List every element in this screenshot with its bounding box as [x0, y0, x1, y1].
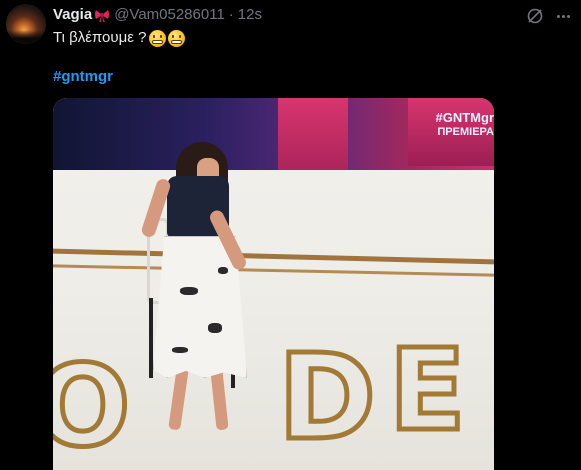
floor-letter: E	[387, 324, 470, 459]
floor-letter: D	[276, 326, 380, 469]
grimacing-face-emoji	[168, 29, 186, 47]
more-icon[interactable]	[552, 5, 574, 27]
hashtag-link[interactable]: #gntmgr	[53, 67, 113, 87]
red-bow-icon	[95, 10, 110, 22]
stage-screen-caption: #GNTMgr ΠΡΕΜΙΕΡΑ	[436, 110, 495, 140]
avatar-silhouette	[6, 30, 46, 44]
tweet-text: Τι βλέπουμε ?	[53, 28, 186, 48]
separator-dot: ·	[228, 6, 234, 23]
tweet: Vagia @Vam05286011 · 12s Τι βλέπουμε ? #…	[0, 0, 581, 470]
chair-leg	[149, 298, 153, 378]
avatar[interactable]	[6, 4, 46, 44]
stage-screen-title: #GNTMgr	[435, 110, 495, 125]
user-handle[interactable]: @Vam05286011	[114, 5, 225, 25]
floor-letter: O	[53, 340, 135, 470]
tweet-media-photo[interactable]: #GNTMgr ΠΡΕΜΙΕΡΑ O D E	[53, 98, 494, 470]
grimacing-face-emoji	[149, 29, 167, 47]
tweet-header: Vagia @Vam05286011 · 12s	[53, 5, 262, 25]
stage-screen-subtitle: ΠΡΕΜΙΕΡΑ	[437, 126, 494, 138]
timestamp[interactable]: 12s	[238, 5, 262, 25]
grok-icon[interactable]	[526, 7, 544, 25]
user-name[interactable]: Vagia	[53, 5, 92, 25]
tweet-text-content: Τι βλέπουμε ?	[53, 29, 147, 46]
